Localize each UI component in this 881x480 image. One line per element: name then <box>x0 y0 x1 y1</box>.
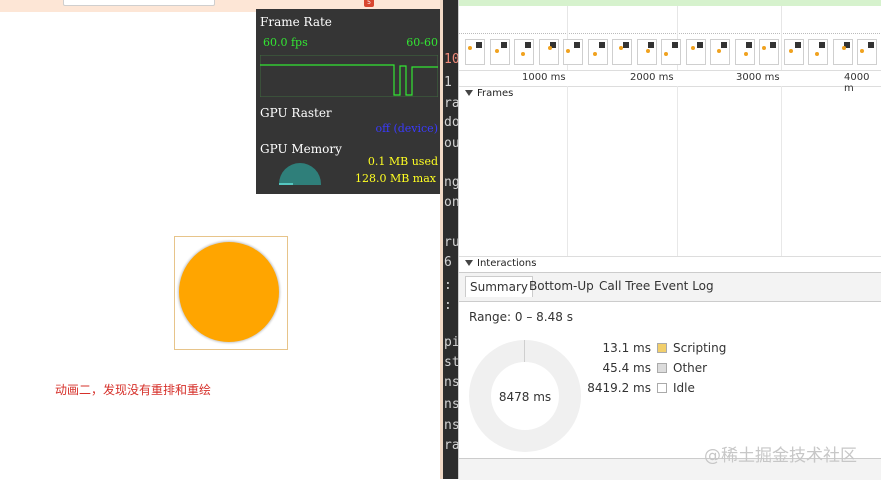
time-ruler: 1000 ms 2000 ms 3000 ms 4000 m <box>459 70 881 94</box>
code-line: ns <box>444 397 458 412</box>
code-line: 6 <box>444 255 452 270</box>
watermark-text: @稀土掘金技术社区 <box>704 446 857 466</box>
orange-circle <box>179 242 279 342</box>
code-line: 1 <box>444 75 452 90</box>
filmstrip-frame[interactable] <box>759 39 779 65</box>
filmstrip-frame[interactable] <box>857 39 877 65</box>
interactions-track-label: Interactions <box>477 258 537 269</box>
caption-text: 动画二，发现没有重排和重绘 <box>55 383 212 397</box>
legend-swatch <box>657 363 667 373</box>
code-line: st <box>444 355 458 370</box>
timeline-overview[interactable] <box>459 0 881 71</box>
filmstrip-frame[interactable] <box>489 39 510 65</box>
donut-total: 8478 ms <box>498 390 552 404</box>
frame-rate-graph <box>260 55 438 97</box>
tab-call-tree[interactable]: Call Tree <box>599 279 650 293</box>
filmstrip-frame[interactable] <box>734 39 755 65</box>
legend-value: 45.4 ms <box>602 361 651 375</box>
legend-swatch <box>657 343 667 353</box>
gpu-raster-title: GPU Raster <box>260 106 332 120</box>
legend-label: Scripting <box>673 341 727 355</box>
filmstrip-frame[interactable] <box>636 39 657 65</box>
filmstrip-frame[interactable] <box>661 39 681 65</box>
tick-label: 1000 ms <box>522 72 566 83</box>
code-line: pi <box>444 335 458 350</box>
interactions-track-header[interactable]: Interactions <box>465 258 536 269</box>
summary-donut-chart: 8478 ms <box>469 340 581 452</box>
filmstrip-frame[interactable] <box>612 39 632 65</box>
summary-range: Range: 0 – 8.48 s <box>469 310 573 324</box>
code-line: ra <box>444 96 458 111</box>
filmstrip-frame[interactable] <box>514 39 534 65</box>
tab-event-log[interactable]: Event Log <box>654 279 714 293</box>
code-line: ru <box>444 235 458 250</box>
fps-range: 60-60 <box>406 36 438 49</box>
gpu-memory-gauge <box>279 163 321 185</box>
fps-meter: Frame Rate 60.0 fps 60-60 GPU Raster off… <box>256 9 444 194</box>
code-line: ns <box>444 418 458 433</box>
legend-value: 8419.2 ms <box>587 381 651 395</box>
fps-value: 60.0 fps <box>263 36 308 49</box>
filmstrip-frame[interactable] <box>710 39 730 65</box>
cpu-overview <box>459 25 881 34</box>
filmstrip-frame[interactable] <box>685 39 706 65</box>
code-line: : <box>444 298 452 313</box>
code-line: 10 <box>444 52 458 67</box>
code-line: do <box>444 115 458 130</box>
filmstrip-frame[interactable] <box>465 39 485 65</box>
extension-badge-icon[interactable]: 5 <box>364 0 374 7</box>
fps-overview-bar <box>459 0 881 6</box>
frames-track-label: Frames <box>477 88 514 99</box>
gpu-memory-used: 0.1 MB used <box>367 155 438 168</box>
address-bar[interactable] <box>63 0 215 6</box>
filmstrip-frame[interactable] <box>808 39 828 65</box>
screenshot-filmstrip[interactable] <box>465 39 881 67</box>
gpu-memory-title: GPU Memory <box>260 142 342 156</box>
animated-element-outline <box>174 236 288 350</box>
legend-label: Other <box>673 361 708 375</box>
details-tabbar: Summary Bottom-Up Call Tree Event Log <box>459 272 881 302</box>
tab-bottom-up[interactable]: Bottom-Up <box>529 279 594 293</box>
filmstrip-frame[interactable] <box>832 39 853 65</box>
tab-summary[interactable]: Summary <box>465 276 533 297</box>
legend-value: 13.1 ms <box>602 341 651 355</box>
collapse-triangle-icon <box>465 260 473 266</box>
code-line: ns <box>444 375 458 390</box>
legend-label: Idle <box>673 381 695 395</box>
frames-track-header[interactable]: Frames <box>465 88 513 99</box>
frame-rate-title: Frame Rate <box>260 15 332 29</box>
gpu-raster-status: off (device) <box>375 122 438 135</box>
tick-label: 3000 ms <box>736 72 780 83</box>
filmstrip-frame[interactable] <box>783 39 804 65</box>
collapse-triangle-icon <box>465 90 473 96</box>
code-line: on <box>444 195 458 210</box>
code-editor-strip: 101radoourngonru6::pistnsnsnsran <box>440 0 458 479</box>
filmstrip-frame[interactable] <box>538 39 559 65</box>
code-line: ran <box>444 438 458 453</box>
devtools-performance-panel: 1000 ms 2000 ms 3000 ms 4000 m Frames In… <box>458 0 881 480</box>
filmstrip-frame[interactable] <box>563 39 583 65</box>
code-line: : <box>444 278 452 293</box>
tick-label: 2000 ms <box>630 72 674 83</box>
code-line: our <box>444 136 458 151</box>
code-line: ng <box>444 175 458 190</box>
filmstrip-frame[interactable] <box>587 39 608 65</box>
legend-swatch <box>657 383 667 393</box>
tick-label: 4000 m <box>844 72 870 94</box>
gpu-memory-max: 128.0 MB max <box>354 172 436 185</box>
